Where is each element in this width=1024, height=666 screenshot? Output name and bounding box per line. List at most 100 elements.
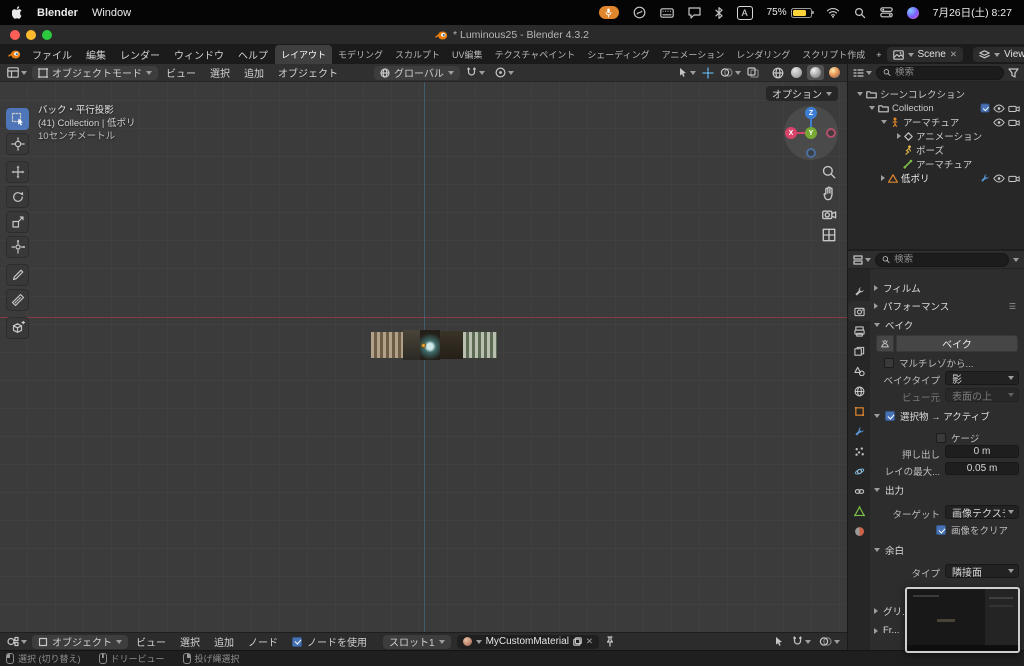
scene-unlink-icon[interactable]: ✕ [950, 50, 957, 59]
shader-menu-node[interactable]: ノード [242, 633, 284, 650]
render-visibility-icon[interactable] [1008, 174, 1020, 183]
overlays-toggle[interactable] [718, 67, 743, 78]
section-film[interactable]: フィルム [874, 281, 921, 295]
apple-logo-icon[interactable] [12, 6, 23, 19]
bake-button[interactable]: ベイク [896, 335, 1018, 352]
gizmo-axis-x[interactable]: X [785, 127, 797, 139]
expand-chevron-icon[interactable] [881, 120, 887, 124]
shading-solid-button[interactable] [788, 65, 805, 80]
xray-toggle[interactable] [745, 67, 761, 78]
screen-record-indicator[interactable] [598, 6, 619, 19]
hide-eye-icon[interactable] [993, 173, 1005, 183]
section-margin[interactable]: 余白 [874, 543, 904, 557]
outliner-row-scene-collection[interactable]: シーンコレクション [848, 87, 1024, 101]
viewport-pan-button[interactable] [821, 185, 837, 201]
viewlayer-selector[interactable]: ViewLayer [973, 47, 1024, 62]
collection-checkbox[interactable] [980, 103, 990, 113]
section-freestyle[interactable]: Fr... [874, 625, 899, 636]
section-performance[interactable]: パフォーマンス ☰ [874, 299, 1016, 313]
bake-type-dropdown[interactable]: 影 [945, 371, 1019, 386]
blender-menu-logo-icon[interactable] [0, 49, 25, 60]
shading-material-button[interactable] [807, 65, 824, 80]
menu-render[interactable]: レンダー [113, 45, 167, 64]
menubar-item-window[interactable]: Window [92, 7, 131, 19]
menubar-app-name[interactable]: Blender [37, 7, 78, 19]
workspace-tab-animation[interactable]: アニメーション [656, 45, 731, 64]
status-app-icon[interactable] [633, 6, 646, 19]
tool-scale[interactable] [6, 211, 29, 233]
shading-rendered-button[interactable] [826, 65, 843, 80]
gizmo-axis-y[interactable]: Y [805, 127, 817, 139]
shader-editor-type-button[interactable] [4, 636, 30, 647]
properties-search[interactable] [875, 252, 1009, 267]
wifi-icon[interactable] [826, 7, 840, 18]
properties-search-input[interactable] [894, 254, 1002, 265]
menu-edit[interactable]: 編集 [79, 45, 113, 64]
properties-editor-type-button[interactable] [853, 254, 871, 265]
chat-icon[interactable] [688, 6, 701, 19]
battery-status[interactable]: 75% [767, 7, 814, 18]
shader-menu-select[interactable]: 選択 [174, 633, 206, 650]
menubar-clock[interactable]: 7月26日(土) 8:27 [933, 5, 1012, 20]
workspace-tab-modeling[interactable]: モデリング [332, 45, 389, 64]
workspace-tab-layout[interactable]: レイアウト [275, 45, 333, 64]
bluetooth-icon[interactable] [715, 6, 723, 19]
section-output[interactable]: 出力 [874, 483, 904, 497]
assistant-icon[interactable] [906, 6, 919, 19]
tab-tool[interactable] [848, 281, 870, 301]
selected-to-active-checkbox[interactable] [885, 411, 895, 421]
duplicate-material-icon[interactable] [573, 637, 582, 646]
preset-menu-icon[interactable]: ☰ [1009, 302, 1016, 311]
input-source-badge[interactable]: A [736, 5, 753, 20]
material-selector[interactable]: MyCustomMaterial ✕ [456, 634, 600, 649]
expand-chevron-icon[interactable] [857, 92, 863, 96]
hide-eye-icon[interactable] [993, 103, 1005, 113]
workspace-tab-shading[interactable]: シェーディング [581, 45, 655, 64]
outliner-search[interactable] [876, 65, 1004, 80]
tab-particles[interactable] [848, 441, 870, 461]
tool-rotate[interactable] [6, 186, 29, 208]
viewport-camera-view-button[interactable] [821, 206, 837, 222]
workspace-tab-texturepaint[interactable]: テクスチャペイント [489, 45, 582, 64]
render-visibility-icon[interactable] [1008, 104, 1020, 113]
max-ray-field[interactable]: 0.05 m [945, 462, 1019, 475]
shader-type-dropdown[interactable]: オブジェクト [32, 634, 128, 649]
unlink-material-icon[interactable]: ✕ [586, 637, 593, 646]
tool-transform[interactable] [6, 236, 29, 258]
tab-constraints[interactable] [848, 481, 870, 501]
clear-image-checkbox[interactable] [936, 525, 946, 535]
tool-select-box[interactable] [6, 108, 29, 130]
tool-move[interactable] [6, 161, 29, 183]
add-workspace-button[interactable]: + [871, 45, 886, 64]
tab-object[interactable] [848, 401, 870, 421]
extrusion-field[interactable]: 0 m [945, 445, 1019, 458]
viewport-menu-object[interactable]: オブジェクト [272, 64, 344, 81]
shading-wireframe-button[interactable] [769, 65, 786, 80]
material-slot-dropdown[interactable]: スロット1 [383, 634, 451, 649]
outliner-row-lowpoly-mesh[interactable]: 低ポリ [848, 171, 1024, 185]
render-visibility-icon[interactable] [1008, 118, 1020, 127]
navigation-gizmo[interactable]: Z X Y [784, 106, 838, 160]
workspace-tab-rendering[interactable]: レンダリング [730, 45, 796, 64]
subsection-selected-to-active[interactable]: 選択物 → アクティブ [874, 409, 990, 423]
bake-icon-button[interactable] [876, 335, 894, 352]
tab-object-data[interactable] [848, 501, 870, 521]
menu-file[interactable]: ファイル [25, 45, 79, 64]
tab-output[interactable] [848, 321, 870, 341]
viewport-zoom-button[interactable] [821, 164, 837, 180]
shader-menu-view[interactable]: ビュー [130, 633, 172, 650]
viewport-ortho-toggle-button[interactable] [821, 227, 837, 243]
collapse-chevron-icon[interactable] [881, 175, 885, 181]
gizmo-axis-x-neg[interactable] [826, 128, 836, 138]
shader-snap-toggle[interactable] [789, 636, 814, 647]
shader-overlays-toggle[interactable] [816, 636, 843, 647]
viewport-canvas[interactable]: バック・平行投影 (41) Collection | 低ポリ 10センチメートル… [0, 82, 847, 632]
outliner-row-animation[interactable]: アニメーション [848, 129, 1024, 143]
tool-add-cube[interactable] [6, 317, 29, 339]
modifier-wrench-icon[interactable] [980, 173, 990, 183]
tab-material[interactable] [848, 521, 870, 541]
mode-dropdown[interactable]: オブジェクトモード [32, 65, 158, 80]
viewport-options-button[interactable]: オプション [766, 86, 838, 101]
viewport-menu-select[interactable]: 選択 [204, 64, 236, 81]
outliner-row-pose[interactable]: ポーズ [848, 143, 1024, 157]
